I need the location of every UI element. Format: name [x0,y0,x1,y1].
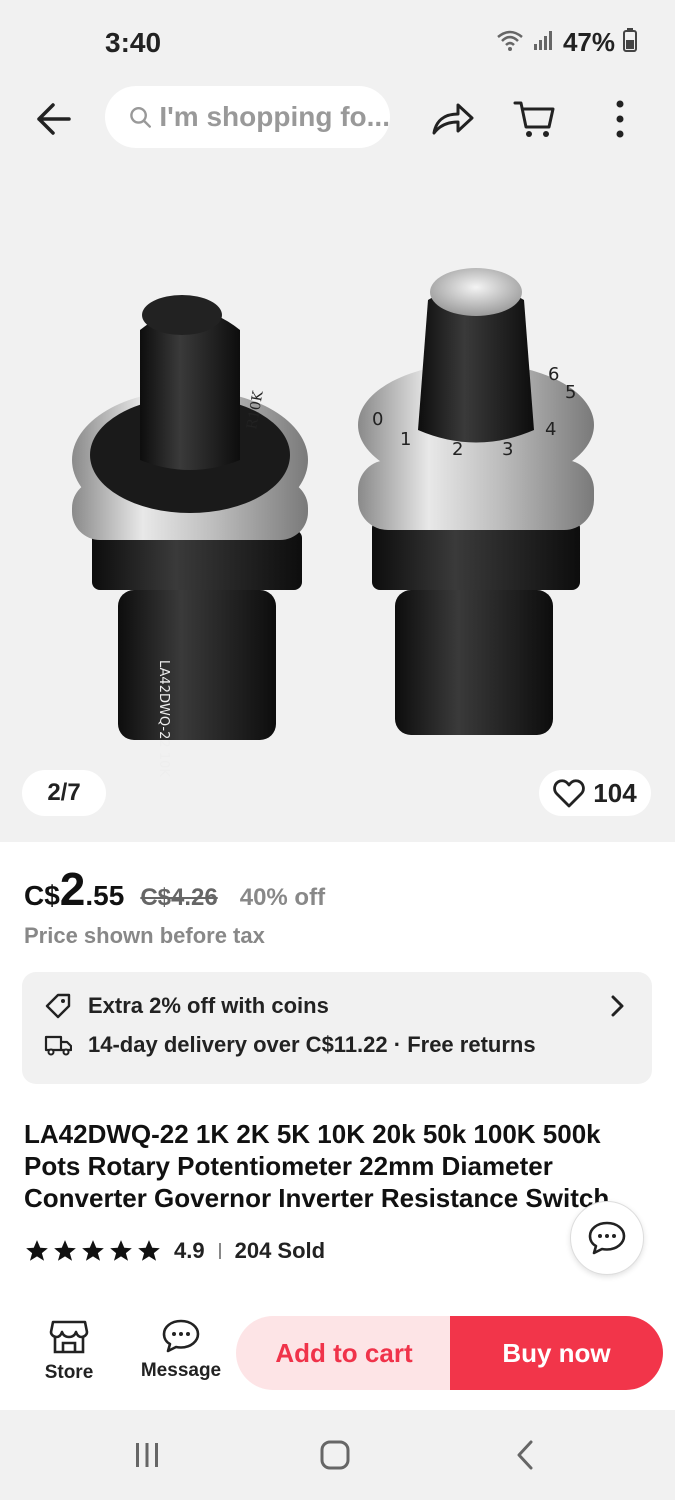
sold-count: 204 Sold [234,1238,326,1263]
truck-icon [44,1035,72,1056]
home-icon [320,1440,350,1470]
price-currency: C$ [24,880,60,911]
chevron-left-icon [517,1440,533,1470]
star-icon [82,1240,104,1261]
more-options-button[interactable] [595,94,645,144]
heart-icon [553,779,586,808]
top-nav: I'm shopping fo... [0,86,675,170]
star-rating [24,1238,162,1264]
message-button[interactable]: Message [140,1318,222,1382]
message-label: Message [140,1360,222,1381]
message-icon [162,1319,200,1353]
add-to-cart-button[interactable]: Add to cart [236,1316,452,1390]
divider [218,1243,221,1259]
wishlist-count: 104 [593,777,637,808]
share-button[interactable] [428,94,478,144]
search-placeholder: I'm shopping fo... [159,101,390,132]
coins-promo: Extra 2% off with coins [44,992,329,1020]
svg-text:5: 5 [565,382,576,403]
search-input[interactable]: I'm shopping fo... [105,86,390,148]
chevron-right-icon [610,994,626,1023]
svg-text:4: 4 [545,419,556,440]
chat-float-button[interactable] [570,1201,644,1275]
tax-note: Price shown before tax [24,923,265,948]
status-icons: 47% [495,27,637,58]
store-icon [49,1320,89,1354]
store-button[interactable]: Store [40,1318,98,1384]
buy-now-button[interactable]: Buy now [450,1316,663,1390]
svg-text:1: 1 [400,429,411,450]
recent-apps-icon [136,1443,158,1467]
back-button[interactable] [28,94,78,144]
price-row: C$ 2 .55 C$4.26 40% off [24,862,325,916]
price-integer: 2 [59,863,86,915]
cart-icon [513,101,555,137]
wishlist-button[interactable]: 104 [539,770,651,816]
svg-text:2: 2 [452,439,463,460]
svg-text:LA42DWQ-22 10K: LA42DWQ-22 10K [156,660,171,777]
svg-text:0: 0 [372,409,383,430]
promo-box[interactable]: Extra 2% off with coins 14-day delivery … [22,972,652,1084]
wifi-icon [495,28,525,57]
battery-percent: 47% [562,27,615,57]
star-icon [54,1240,76,1261]
status-bar: 3:40 47% [0,0,675,86]
original-price: C$4.26 [140,884,218,911]
home-button[interactable] [310,1432,360,1478]
image-counter: 2/7 [22,770,106,816]
store-label: Store [44,1362,94,1383]
product-image: LA42DWQ-22 10K R10K 01 2 3 456 [72,268,594,777]
rating-row[interactable]: 4.9 204 Sold [24,1238,325,1264]
star-icon [138,1240,160,1261]
product-title: LA42DWQ-22 1K 2K 5K 10K 20k 50k 100K 500… [24,1119,610,1213]
system-navigation-bar [0,1410,675,1500]
svg-text:3: 3 [502,439,513,460]
right-potentiometer: 01 2 3 456 [358,268,594,735]
bottom-action-bar: Store Message Add to cart Buy now [0,1300,675,1410]
chat-bubble-icon [588,1221,626,1255]
product-image-gallery[interactable]: LA42DWQ-22 10K R10K 01 2 3 456 2/7 104 [0,170,675,842]
more-vertical-icon [616,100,624,138]
system-back-button[interactable] [500,1432,550,1478]
search-icon [130,107,151,128]
svg-text:6: 6 [548,364,559,385]
status-time: 3:40 [105,27,162,58]
tag-icon [45,993,71,1019]
left-potentiometer: LA42DWQ-22 10K R10K [72,295,308,777]
back-arrow-icon [37,103,71,135]
price-decimal: .55 [85,880,125,911]
discount-label: 40% off [239,884,326,911]
share-icon [432,103,474,135]
rating-value: 4.9 [174,1238,205,1263]
signal-icon [533,29,555,56]
recent-apps-button[interactable] [122,1432,172,1478]
battery-icon [623,28,637,57]
star-icon [26,1240,48,1261]
cart-button[interactable] [510,94,560,144]
star-icon [110,1240,132,1261]
delivery-info-text: 14-day delivery over C$11.22 · Free retu… [88,1032,536,1057]
coins-promo-text: Extra 2% off with coins [88,993,329,1018]
delivery-info: 14-day delivery over C$11.22 · Free retu… [44,1032,536,1058]
